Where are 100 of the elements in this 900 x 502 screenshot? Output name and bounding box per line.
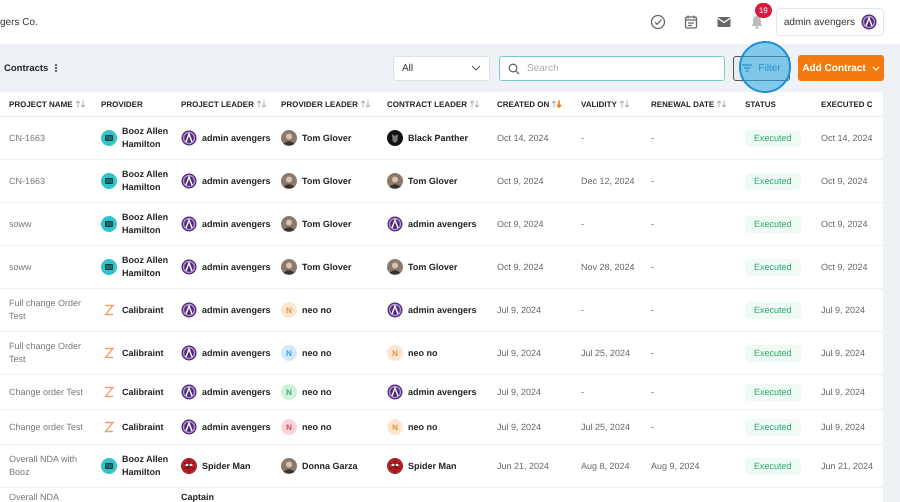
emblem-icon — [181, 173, 197, 189]
initial-avatar: N — [387, 419, 403, 435]
column-header[interactable]: PROJECT NAME — [9, 100, 73, 108]
sort-icon[interactable] — [256, 100, 267, 108]
person-name: neo no — [408, 346, 438, 360]
person-name: admin avengers — [202, 260, 271, 274]
project-name[interactable]: Change order Test — [9, 386, 83, 398]
project-name[interactable]: Full change Order Test — [9, 340, 91, 366]
more-icon[interactable] — [54, 63, 58, 73]
project-name[interactable]: Change order Test — [9, 420, 83, 434]
page-title: Contracts — [4, 62, 48, 74]
table-cell: Dec 12, 2024 — [581, 174, 635, 188]
person-name: Black Panther — [408, 132, 468, 144]
person-name: neo no — [408, 420, 438, 434]
person-name: admin avengers — [408, 218, 477, 230]
column-header[interactable]: CREATED ON — [497, 100, 550, 108]
avatar-icon — [281, 259, 297, 275]
project-name[interactable]: Overall NDA with Booz — [9, 453, 91, 479]
table-cell: Jul 9, 2024 — [821, 420, 866, 434]
project-name[interactable]: CN-1663 — [9, 174, 46, 188]
column-header[interactable]: CONTRACT LEADER — [387, 100, 467, 108]
status-badge: Executed — [745, 418, 801, 436]
provider-name: Booz Allen Hamilton — [122, 125, 170, 151]
status-badge: Executed — [745, 344, 801, 362]
project-name[interactable]: Full change Order Test — [9, 297, 91, 323]
person-name: neo no — [302, 386, 332, 398]
person-name: Tom Glover — [302, 132, 352, 144]
status-dropdown[interactable]: All — [393, 56, 490, 80]
table-cell: Oct 9, 2024 — [821, 174, 868, 188]
provider-name: Booz Allen Hamilton — [122, 453, 170, 479]
provider-name: Booz Allen Hamilton — [122, 211, 170, 237]
person-name: admin avengers — [202, 386, 271, 398]
check-circle-icon[interactable] — [650, 14, 666, 30]
emblem-icon — [387, 384, 403, 400]
emblem-icon — [181, 345, 197, 361]
column-header[interactable]: RENEWAL DATE — [651, 100, 714, 108]
emblem-icon — [387, 216, 403, 232]
table-cell: Jul 25, 2024 — [581, 346, 630, 360]
person-name: neo no — [302, 304, 332, 316]
avatar-icon — [281, 173, 297, 189]
sort-icon[interactable] — [360, 100, 371, 108]
initial-avatar: N — [387, 345, 403, 361]
table-cell: Oct 9, 2024 — [497, 174, 544, 188]
project-name[interactable]: Overall NDA — [9, 491, 60, 502]
avatar-icon — [387, 173, 403, 189]
column-header[interactable]: VALIDITY — [581, 100, 617, 108]
table-cell: - — [651, 174, 654, 188]
mask-icon — [387, 130, 403, 146]
column-header: STATUS — [745, 100, 776, 108]
table-cell: - — [651, 218, 654, 230]
table-cell: Oct 9, 2024 — [821, 260, 868, 274]
status-badge: Executed — [745, 130, 801, 146]
avatar-icon — [387, 259, 403, 275]
emblem-icon — [181, 130, 197, 146]
person-name: admin avengers — [202, 174, 271, 188]
person-name: neo no — [302, 346, 332, 360]
column-header[interactable]: PROJECT LEADER — [181, 100, 254, 108]
sort-icon[interactable] — [469, 100, 480, 108]
emblem-icon — [387, 302, 403, 318]
provider-name: Calibraint — [122, 420, 164, 434]
sort-icon[interactable] — [716, 100, 728, 108]
project-name[interactable]: soww — [9, 260, 32, 274]
project-name[interactable]: soww — [9, 218, 32, 230]
sort-icon[interactable] — [618, 100, 630, 108]
table-cell: Oct 14, 2024 — [821, 132, 873, 144]
person-name: admin avengers — [202, 218, 271, 230]
project-name[interactable]: CN-1663 — [9, 132, 46, 144]
table-cell: Oct 9, 2024 — [497, 260, 544, 274]
table-cell: Oct 9, 2024 — [821, 218, 868, 230]
chevron-down-icon — [471, 65, 481, 71]
add-contract-button[interactable]: Add Contract — [798, 55, 884, 81]
sort-icon[interactable] — [551, 100, 562, 108]
column-header: EXECUTED C — [821, 100, 873, 108]
logo-icon — [101, 259, 117, 275]
table-cell: - — [581, 304, 584, 316]
person-name: neo no — [302, 420, 332, 434]
logo-icon — [101, 173, 117, 189]
sort-icon[interactable] — [74, 100, 86, 108]
logo-icon — [101, 458, 117, 474]
table-cell: Jul 9, 2024 — [497, 386, 542, 398]
person-name: Tom Glover — [302, 174, 352, 188]
table-cell: - — [651, 260, 654, 274]
search-field[interactable]: Search — [499, 56, 725, 80]
status-badge: Executed — [745, 216, 801, 232]
bell-icon[interactable] — [748, 14, 765, 30]
status-badge: Executed — [745, 172, 801, 190]
person-name: Tom Glover — [302, 260, 352, 274]
user-menu[interactable]: admin avengers — [776, 8, 884, 36]
column-header[interactable]: PROVIDER LEADER — [281, 100, 358, 108]
person-name: Tom Glover — [302, 218, 352, 230]
mail-icon[interactable] — [716, 14, 732, 30]
calendar-icon[interactable] — [682, 14, 699, 30]
column-header: PROVIDER — [101, 100, 143, 108]
initial-avatar: N — [281, 384, 297, 400]
avatar-icon — [387, 458, 403, 474]
filter-icon — [742, 64, 752, 72]
chevron-down-icon — [872, 66, 880, 70]
provider-name: Calibraint — [122, 386, 164, 398]
person-name: admin avengers — [202, 346, 271, 360]
table-cell: Jul 9, 2024 — [497, 304, 542, 316]
